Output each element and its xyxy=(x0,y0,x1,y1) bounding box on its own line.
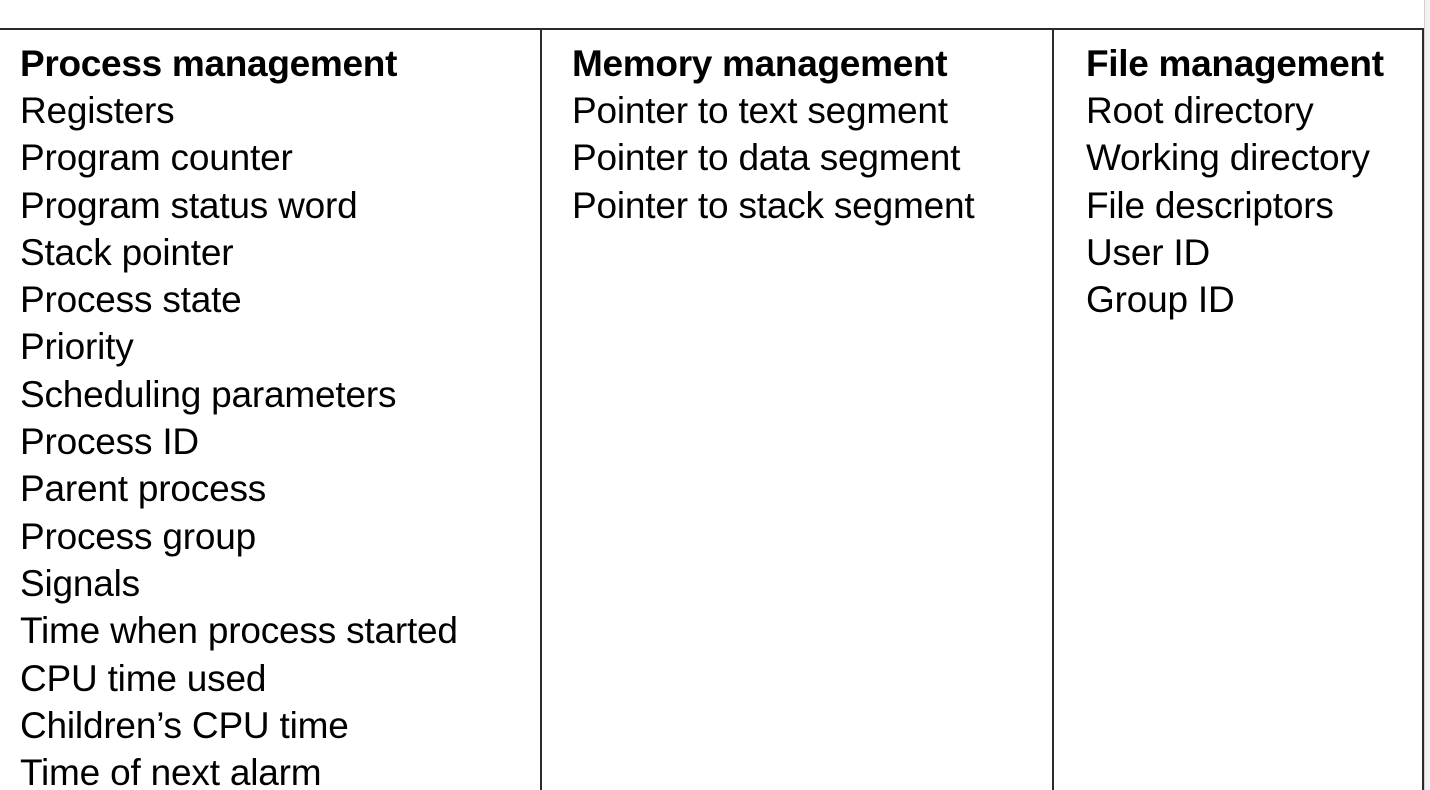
list-item: Process state xyxy=(20,279,242,321)
list-item: Program status word xyxy=(20,184,358,226)
list-item: Children’s CPU time xyxy=(20,704,349,746)
file-management-list: Root directory Working directory File de… xyxy=(1086,87,1422,323)
list-item: Program counter xyxy=(20,137,293,179)
list-item: Pointer to stack segment xyxy=(572,184,975,226)
list-item: Priority xyxy=(20,326,134,368)
list-item: Pointer to text segment xyxy=(572,90,948,131)
list-item: File descriptors xyxy=(1086,184,1334,226)
list-item: Working directory xyxy=(1086,137,1370,179)
list-item: Process ID xyxy=(20,421,199,463)
process-table: Process management Registers Program cou… xyxy=(0,28,1424,790)
column-process-management: Process management Registers Program cou… xyxy=(0,30,542,790)
list-item: Process group xyxy=(20,515,256,557)
page: Process management Registers Program cou… xyxy=(0,0,1430,790)
column-header-memory-management: Memory management xyxy=(572,43,948,84)
list-item: CPU time used xyxy=(20,657,267,699)
list-item: Group ID xyxy=(1086,279,1235,321)
list-item: Scheduling parameters xyxy=(20,373,397,415)
column-header-process-management: Process management xyxy=(20,43,398,84)
process-management-list: Registers Program counter Program status… xyxy=(20,87,540,790)
list-item: User ID xyxy=(1086,231,1210,273)
list-item: Signals xyxy=(20,562,140,604)
page-edge-scrollbar xyxy=(1424,0,1430,790)
list-item: Stack pointer xyxy=(20,231,234,273)
list-item: Time when process started xyxy=(20,610,458,652)
list-item: Time of next alarm xyxy=(20,752,322,790)
list-item: Registers xyxy=(20,90,175,131)
memory-management-list: Pointer to text segment Pointer to data … xyxy=(572,87,1052,229)
list-item: Root directory xyxy=(1086,90,1314,131)
column-header-file-management: File management xyxy=(1086,43,1384,84)
column-memory-management: Memory management Pointer to text segmen… xyxy=(542,30,1054,790)
column-file-management: File management Root directory Working d… xyxy=(1054,30,1422,790)
list-item: Parent process xyxy=(20,468,267,510)
list-item: Pointer to data segment xyxy=(572,137,961,179)
